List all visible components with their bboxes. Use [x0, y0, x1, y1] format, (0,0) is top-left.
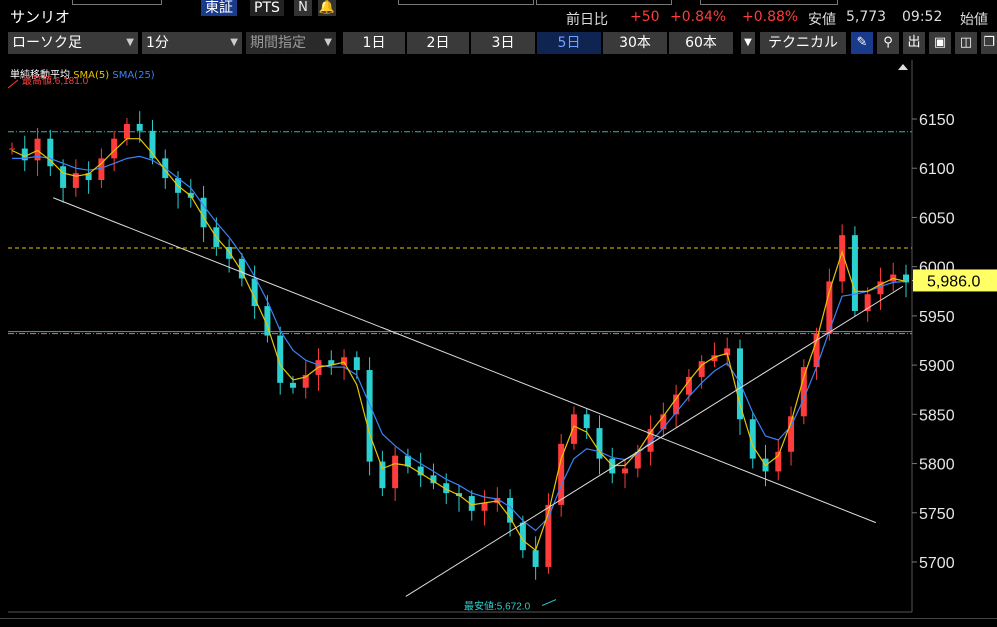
candle-body [622, 468, 629, 474]
exchange-pts-button[interactable]: PTS [250, 0, 284, 16]
candle-body [379, 461, 386, 489]
chart-toolbar: ローソク足 ▼ 1分 ▼ 期間指定 ▼ 1日 2日 3日 5日 30本 60本 … [0, 31, 997, 57]
candle-body [123, 123, 130, 139]
y-tick-label: 5700 [919, 555, 955, 572]
trendline-0[interactable] [53, 197, 877, 524]
candle-body [532, 550, 539, 567]
tab-1d[interactable]: 1日 [343, 32, 405, 54]
candle-body [481, 502, 488, 511]
area-chart-icon[interactable]: ▣ [929, 32, 951, 54]
y-tick-label: 5800 [919, 457, 955, 474]
bell-icon[interactable]: 🔔 [318, 0, 336, 16]
tab-30-bars[interactable]: 30本 [603, 32, 667, 54]
candle-body [341, 357, 348, 366]
change-value: +50 [630, 9, 660, 25]
change-label: 前日比 [566, 12, 608, 28]
stock-name: サンリオ [10, 8, 71, 26]
chart-type-select[interactable]: ローソク足 ▼ [8, 32, 138, 54]
period-select[interactable]: 期間指定 ▼ [246, 32, 336, 54]
interval-value: 1分 [146, 35, 169, 51]
chevron-down-icon: ▼ [324, 37, 332, 48]
candle-body [353, 357, 360, 371]
chart-type-value: ローソク足 [12, 35, 82, 51]
candle-body [60, 166, 67, 188]
price-chart[interactable]: 6150610060506000595059005850580057505700… [0, 60, 997, 616]
period-value: 期間指定 [250, 35, 306, 51]
technical-button[interactable]: テクニカル [760, 32, 846, 54]
y-tick-label: 5950 [919, 309, 955, 326]
y-tick-label: 5750 [919, 506, 955, 523]
y-tick-label: 5850 [919, 407, 955, 424]
interval-select[interactable]: 1分 ▼ [142, 32, 242, 54]
candle-body [685, 376, 692, 395]
tab-3d[interactable]: 3日 [471, 32, 535, 54]
tab-60-bars[interactable]: 60本 [669, 32, 733, 54]
more-tabs-chevron-icon[interactable]: ▼ [741, 32, 755, 54]
change-percent-2: +0.88% [742, 9, 799, 25]
trendline-1[interactable] [405, 285, 904, 597]
min-price-label: 最安値:5,672.0 [464, 600, 531, 613]
max-price-arrow [7, 79, 19, 89]
exchange-tse-button[interactable]: 東証 [201, 0, 237, 16]
candle-body [366, 370, 373, 462]
y-tick-label: 6150 [919, 112, 955, 129]
change-percent-1: +0.84% [670, 9, 727, 25]
candle-body [9, 148, 15, 150]
current-price-value: 5,986.0 [927, 273, 980, 290]
candle-body [583, 414, 590, 429]
low-value: 5,773 [846, 9, 887, 25]
chevron-down-icon: ▼ [230, 37, 238, 48]
chevron-down-icon: ▼ [126, 37, 134, 48]
tab-2d[interactable]: 2日 [407, 32, 469, 54]
header-box-3 [700, 0, 838, 5]
y-tick-label: 6050 [919, 210, 955, 227]
candle-body [800, 367, 807, 417]
sma25-line [12, 155, 907, 532]
candle-body [570, 414, 577, 444]
news-icon[interactable]: N [294, 0, 312, 16]
header-box-2 [536, 0, 672, 5]
open-label: 始値 [960, 12, 988, 28]
min-price-arrow [541, 599, 557, 607]
candle-body [392, 455, 399, 489]
header-input-edge[interactable] [72, 0, 162, 5]
candle-body [507, 498, 514, 523]
pencil-icon[interactable]: ✎ [851, 32, 873, 54]
y-tick-label: 5900 [919, 358, 955, 375]
y-tick-label: 6100 [919, 161, 955, 178]
time-value: 09:52 [902, 9, 943, 25]
low-label: 安値 [808, 12, 836, 28]
candle-body [136, 123, 143, 131]
header-box-1 [398, 0, 534, 5]
collapse-triangle-icon[interactable] [898, 64, 908, 70]
candle-body [851, 235, 858, 311]
tab-5d[interactable]: 5日 [537, 32, 601, 54]
save-icon[interactable]: ◫ [955, 32, 977, 54]
zoom-icon[interactable]: ⚲ [877, 32, 899, 54]
candle-body [289, 382, 296, 388]
copy-icon[interactable]: ❐ [981, 32, 997, 54]
header-bar: サンリオ 東証 PTS N 🔔 前日比 +50 +0.84% +0.88% 安値… [0, 0, 997, 30]
output-icon[interactable]: 出 [903, 32, 925, 54]
max-price-label: 最高値:6,181.0 [22, 74, 89, 87]
